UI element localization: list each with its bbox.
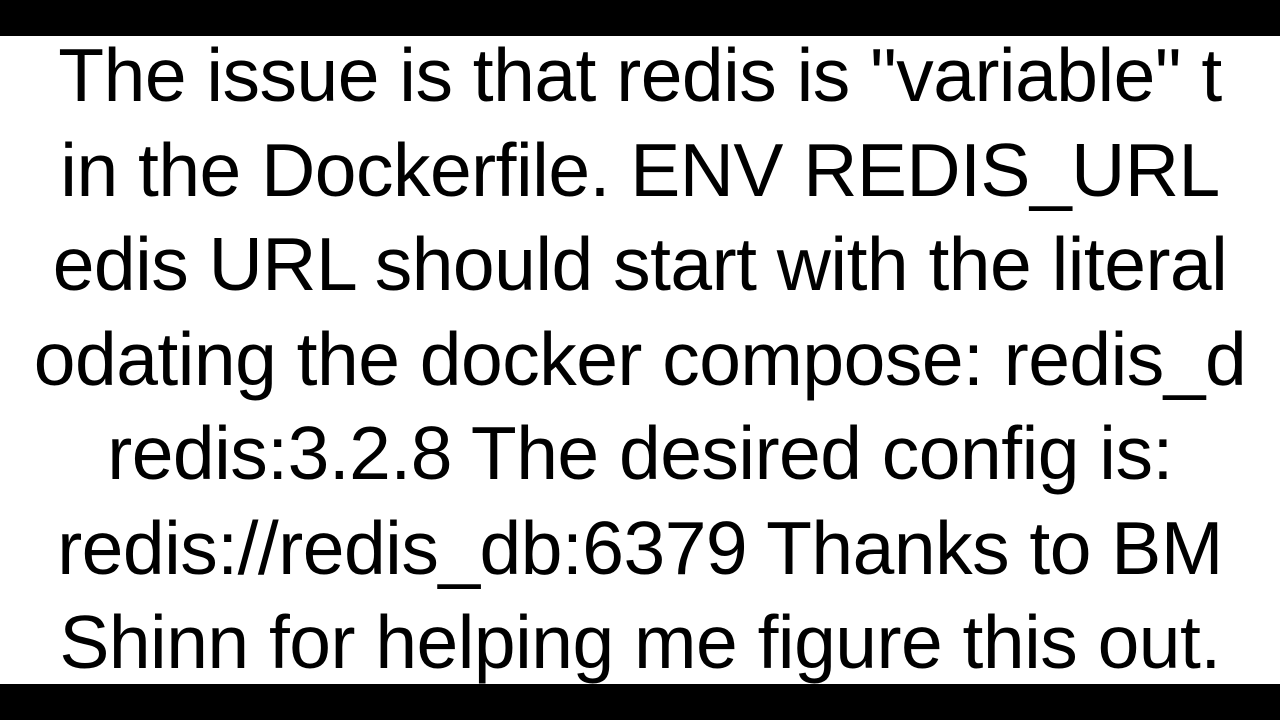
text-line-4: odating the docker compose: redis_d bbox=[34, 317, 1246, 401]
text-line-6: redis://redis_db:6379 Thanks to BM bbox=[57, 506, 1223, 590]
text-line-1: The issue is that redis is "variable" t bbox=[58, 36, 1221, 117]
text-line-7: Shinn for helping me figure this out. bbox=[59, 600, 1220, 684]
text-line-3: edis URL should start with the literal bbox=[53, 222, 1228, 306]
document-text: The issue is that redis is "variable" t … bbox=[0, 36, 1280, 684]
document-viewport: The issue is that redis is "variable" t … bbox=[0, 36, 1280, 684]
text-line-5: redis:3.2.8 The desired config is: bbox=[107, 411, 1173, 495]
text-line-2: in the Dockerfile. ENV REDIS_URL bbox=[60, 128, 1219, 212]
